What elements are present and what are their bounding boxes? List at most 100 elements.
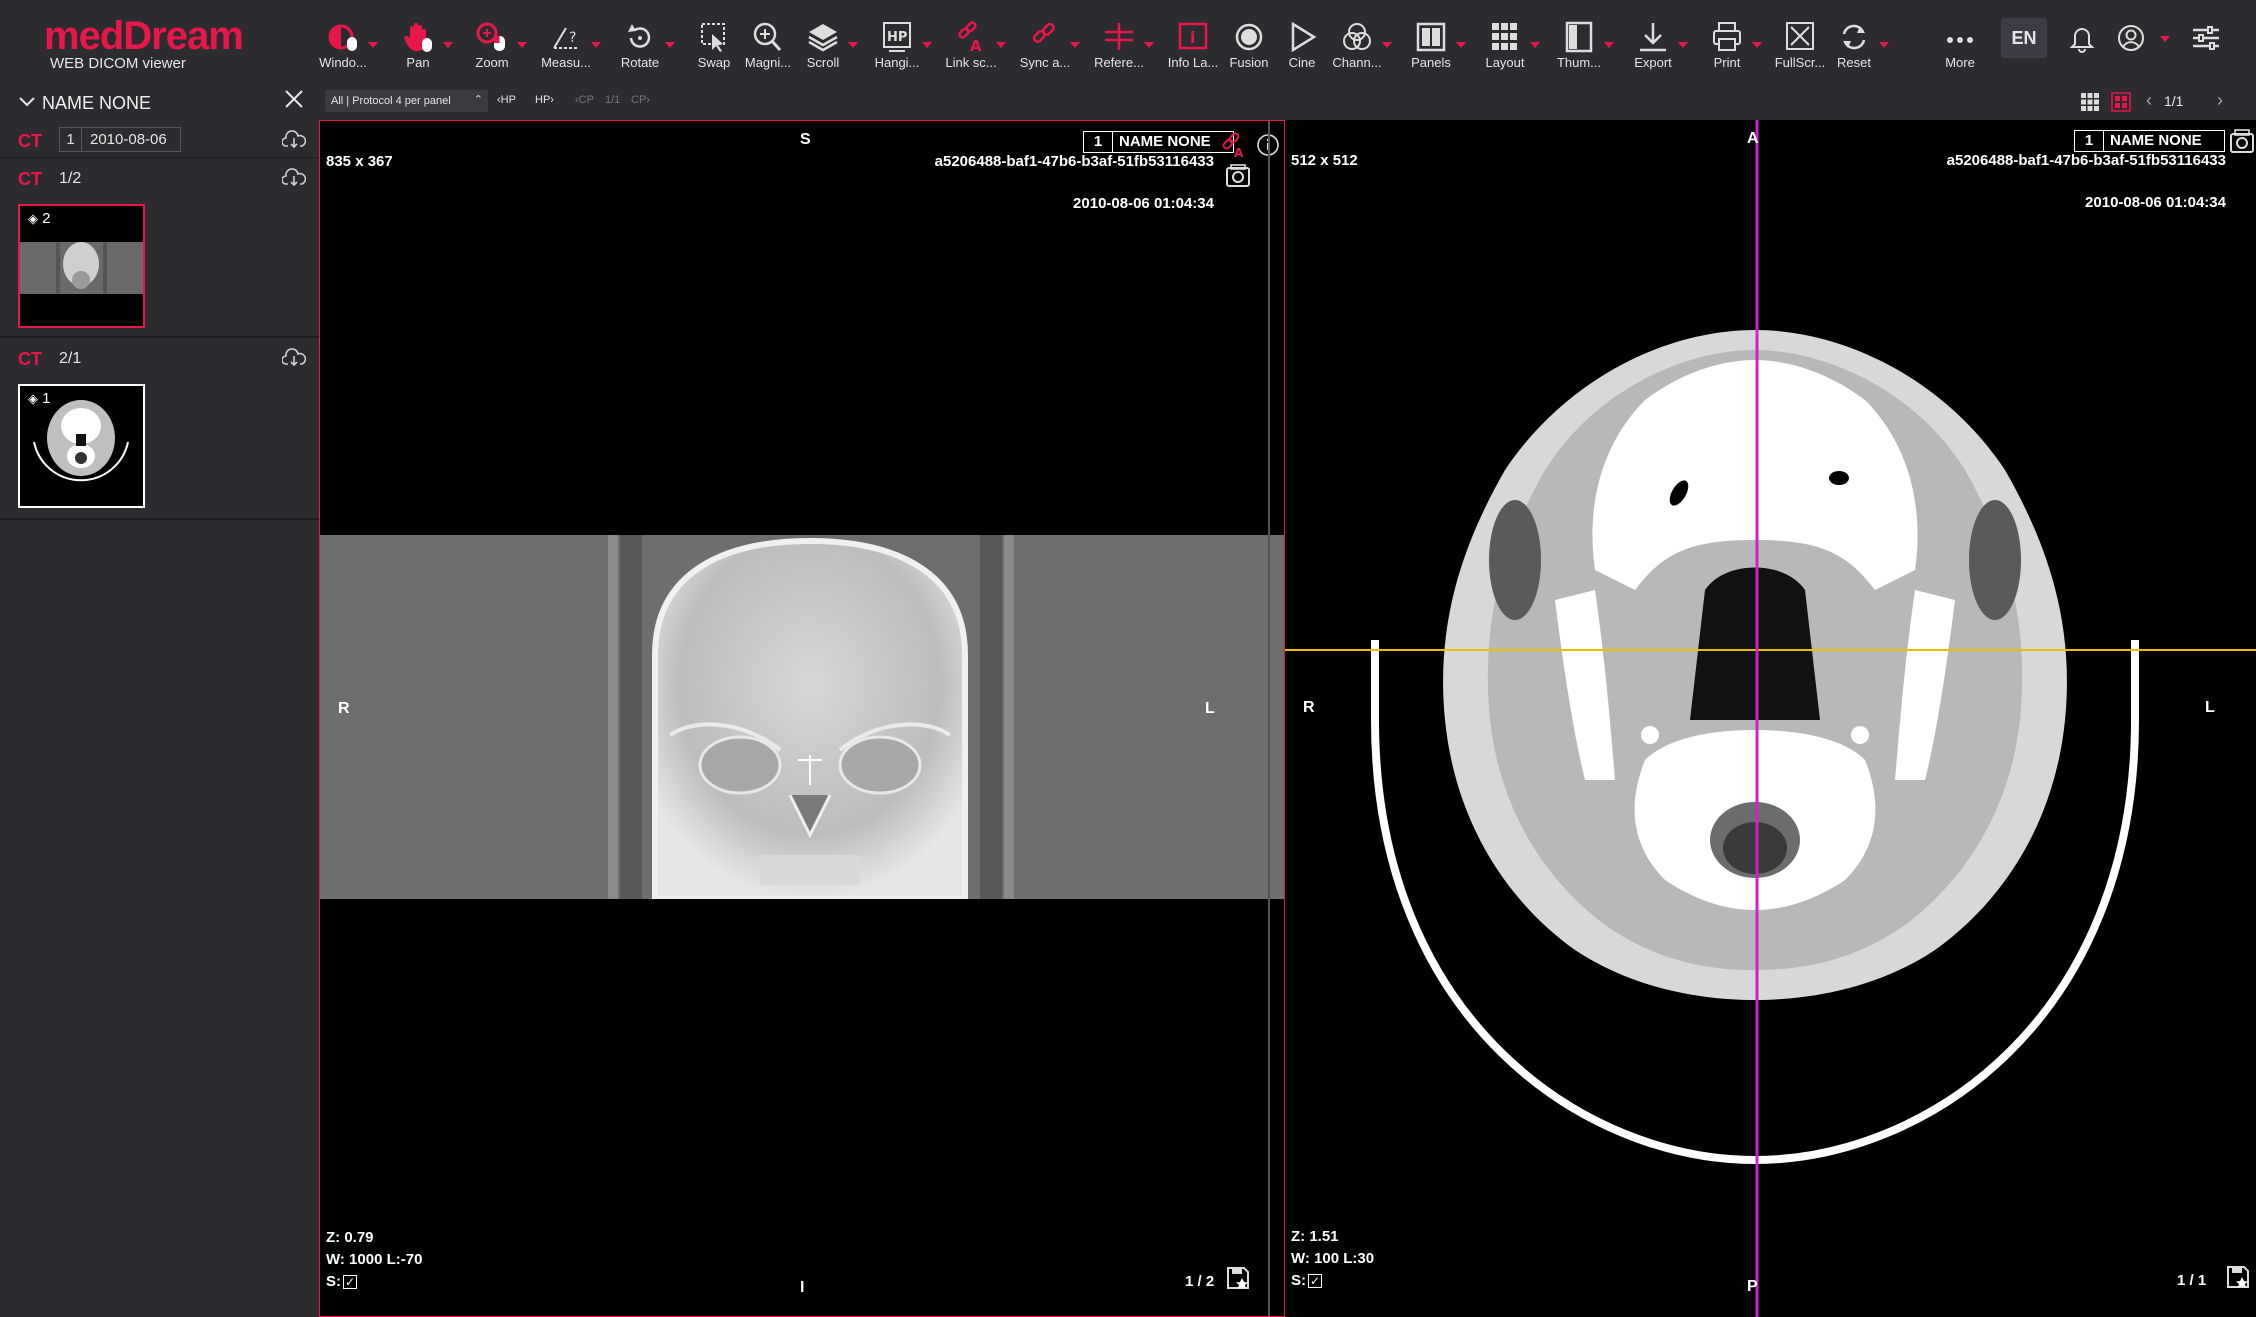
rotate-icon — [622, 20, 658, 54]
dropdown-caret-icon[interactable] — [1456, 42, 1466, 48]
orientation-left: R — [338, 700, 350, 717]
dropdown-caret-icon[interactable] — [922, 42, 932, 48]
dropdown-caret-icon[interactable] — [368, 42, 378, 48]
tool-rotate[interactable]: Rotate — [603, 16, 677, 76]
cloud-download-icon[interactable] — [281, 348, 307, 374]
series-grid-icon[interactable] — [2111, 92, 2131, 117]
tool-panels[interactable]: Panels — [1394, 16, 1468, 76]
save-star-icon[interactable] — [2225, 1264, 2251, 1295]
tool-print[interactable]: Print — [1690, 16, 1764, 76]
study-info-box: 1 2010-08-06 — [59, 127, 181, 152]
svg-text:A: A — [1234, 146, 1244, 159]
dropdown-caret-icon[interactable] — [665, 42, 675, 48]
link-scroll-status-icon[interactable]: A — [1220, 131, 1248, 164]
user-account-icon[interactable] — [2116, 22, 2146, 54]
tool-pan[interactable]: Pan — [381, 16, 455, 76]
dropdown-caret-icon[interactable] — [517, 42, 527, 48]
cp-prev-label: CP — [578, 94, 594, 106]
hp-prev-button[interactable]: ‹HP — [497, 94, 516, 106]
viewport-scrollbar[interactable] — [1268, 121, 1270, 1316]
tool-thumbnails[interactable]: Thum... — [1542, 16, 1616, 76]
chevron-down-icon[interactable] — [18, 92, 36, 116]
series-thumbnail[interactable]: ◈ 2 — [18, 204, 145, 328]
chevron-left-icon[interactable]: ‹ — [2146, 90, 2152, 111]
patient-tag-name: NAME NONE — [1112, 131, 1234, 153]
tool-label: Rotate — [620, 55, 660, 70]
reset-icon — [1836, 20, 1872, 54]
dropdown-caret-icon[interactable] — [591, 42, 601, 48]
cloud-download-icon[interactable] — [281, 168, 307, 194]
series-modality: CT — [18, 349, 42, 369]
tool-label: Measu... — [541, 55, 591, 70]
image-dimensions: 835 x 367 — [326, 153, 393, 170]
viewport-2[interactable]: A P R L 512 x 512 1 NAME NONE a5206488-b… — [1285, 120, 2256, 1317]
save-star-icon[interactable] — [1225, 1265, 1251, 1296]
series-block: CT 2/1 ◈ 1 — [0, 340, 319, 520]
dropdown-caret-icon[interactable] — [1144, 42, 1154, 48]
zoom-level: Z: 1.51 — [1291, 1228, 1339, 1245]
chevron-right-icon[interactable]: › — [2217, 90, 2223, 111]
dropdown-caret-icon[interactable] — [848, 42, 858, 48]
protocol-select[interactable]: All | Protocol 4 per panel ⌃ — [325, 90, 488, 112]
dropdown-caret-icon[interactable] — [1604, 42, 1614, 48]
study-modality: CT — [18, 131, 42, 151]
tool-hanging-protocol[interactable]: HP Hangi... — [860, 16, 934, 76]
window-level-values: W: 100 L:30 — [1291, 1250, 1375, 1267]
close-icon[interactable] — [282, 87, 306, 117]
viewport-1[interactable]: S I R L 835 x 367 1 NAME NONE A a5206488… — [319, 120, 1285, 1317]
snapshot-icon[interactable] — [2229, 128, 2255, 161]
thumb-count-value: 2 — [42, 210, 51, 227]
dropdown-caret-icon[interactable] — [1070, 42, 1080, 48]
sync-checkbox[interactable]: ✓ — [343, 1275, 357, 1290]
cp-prev-button[interactable]: ‹CP — [575, 94, 594, 106]
notification-bell-icon[interactable] — [2067, 22, 2097, 54]
dropdown-caret-icon[interactable] — [443, 42, 453, 48]
svg-text:HP: HP — [887, 30, 907, 45]
patient-header[interactable]: NAME NONE — [0, 84, 319, 122]
tool-reset[interactable]: Reset — [1817, 16, 1891, 76]
channels-icon — [1339, 20, 1375, 54]
dropdown-caret-icon[interactable] — [1382, 42, 1392, 48]
dropdown-caret-icon[interactable] — [996, 42, 1006, 48]
hp-next-button[interactable]: HP› — [535, 94, 554, 106]
series-thumbnail[interactable]: ◈ 1 — [18, 384, 145, 508]
language-button[interactable]: EN — [2001, 18, 2047, 58]
tool-reference-lines[interactable]: Refere... — [1082, 16, 1156, 76]
print-icon — [1709, 20, 1745, 54]
tool-zoom[interactable]: Zoom — [455, 16, 529, 76]
cloud-download-icon[interactable] — [281, 130, 307, 156]
tool-export[interactable]: Export — [1616, 16, 1690, 76]
tool-label: Hangi... — [874, 55, 920, 70]
tool-sync[interactable]: Sync a... — [1008, 16, 1082, 76]
tool-label: Print — [1713, 55, 1741, 70]
dropdown-caret-icon[interactable] — [1752, 42, 1762, 48]
hp-prev-label: HP — [500, 94, 516, 106]
tool-measure[interactable]: ? Measu... — [529, 16, 603, 76]
settings-sliders-icon[interactable] — [2191, 22, 2221, 54]
scout-image — [320, 535, 1284, 902]
sync-toggle[interactable]: S: ✓ — [326, 1273, 357, 1291]
frame-index: 1 / 1 — [2177, 1272, 2207, 1289]
dropdown-caret-icon[interactable] — [1678, 42, 1688, 48]
cp-next-label: CP — [631, 94, 647, 106]
hp-next-label: HP — [535, 94, 551, 106]
tool-label: Pan — [406, 55, 430, 70]
tool-window-level[interactable]: Windo... — [306, 16, 380, 76]
dropdown-caret-icon[interactable] — [1530, 42, 1540, 48]
sync-toggle[interactable]: S: ✓ — [1291, 1272, 1322, 1290]
user-dropdown-caret-icon[interactable] — [2160, 36, 2170, 42]
frame-index: 1 / 2 — [1185, 1273, 1215, 1290]
study-row[interactable]: CT 1 2010-08-06 — [0, 122, 319, 158]
tool-scroll[interactable]: Scroll — [786, 16, 860, 76]
tool-more[interactable]: More — [1923, 16, 1997, 76]
grid-view-icon[interactable] — [2080, 92, 2100, 117]
tool-layout[interactable]: Layout — [1468, 16, 1542, 76]
sync-checkbox[interactable]: ✓ — [1308, 1274, 1322, 1289]
sync-icon — [1027, 20, 1063, 54]
hanging-protocol-icon: HP — [879, 20, 915, 54]
tool-link-scroll[interactable]: A Link sc... — [934, 16, 1008, 76]
dropdown-caret-icon[interactable] — [1879, 42, 1889, 48]
snapshot-icon[interactable] — [1225, 163, 1251, 194]
cp-next-button[interactable]: CP› — [631, 94, 650, 106]
tool-channels[interactable]: Chann... — [1320, 16, 1394, 76]
